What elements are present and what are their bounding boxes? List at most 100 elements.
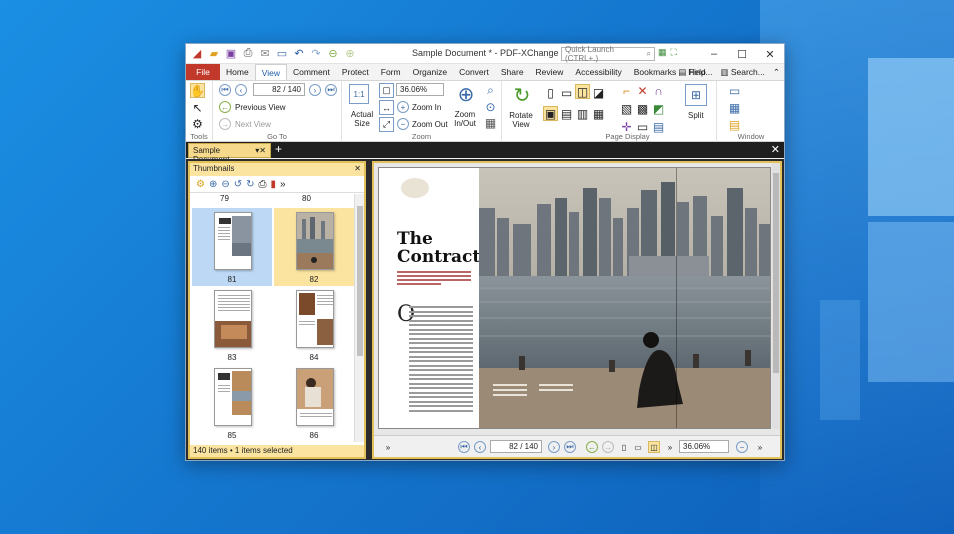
- thumbnail-page-85[interactable]: 85: [192, 364, 272, 442]
- tab-home[interactable]: Home: [220, 64, 255, 80]
- tab-file[interactable]: File: [186, 64, 220, 80]
- page-number-input[interactable]: 82 / 140: [253, 83, 305, 96]
- back-icon[interactable]: ⊖: [326, 47, 340, 61]
- cover-page-icon[interactable]: ▣: [543, 106, 558, 121]
- nav-previous-view-icon[interactable]: ←: [586, 441, 598, 453]
- thumb-options-icon[interactable]: ⚙: [196, 179, 205, 190]
- tile-windows-icon[interactable]: ▦: [727, 100, 742, 115]
- previous-view-button[interactable]: Previous View: [235, 103, 286, 112]
- delete-icon[interactable]: ✕: [635, 83, 650, 98]
- quick-launch-input[interactable]: Quick Launch (CTRL+.) ⌕: [561, 45, 655, 63]
- nav-last-page-icon[interactable]: ⏭: [564, 441, 576, 453]
- thumbnail-page-86[interactable]: 86: [274, 364, 354, 442]
- maximize-button[interactable]: ☐: [728, 44, 756, 64]
- tab-share[interactable]: Share: [495, 64, 530, 80]
- actual-size-button[interactable]: Actual Size: [350, 110, 374, 128]
- fit-visible-icon[interactable]: ⤢: [379, 117, 394, 132]
- nav-two-page-icon[interactable]: ◫: [648, 441, 660, 453]
- document-tab[interactable]: Sample Document ▾ ✕: [188, 143, 271, 164]
- close-document-icon[interactable]: ✕: [771, 143, 780, 156]
- options-icon[interactable]: ▦: [658, 47, 667, 58]
- zoom-in-button[interactable]: Zoom In: [412, 103, 441, 112]
- nav-previous-page-icon[interactable]: ‹: [474, 441, 486, 453]
- email-icon[interactable]: ✉: [258, 47, 272, 61]
- crop-icon[interactable]: ⌐: [619, 83, 634, 98]
- split-button[interactable]: Split: [688, 111, 704, 120]
- zoom-out-button[interactable]: Zoom Out: [412, 120, 448, 129]
- page-layout-icon[interactable]: ▥: [575, 106, 590, 121]
- zoom-out-icon[interactable]: −: [397, 118, 409, 130]
- print-icon[interactable]: ⎙: [241, 47, 255, 61]
- magnifier-icon[interactable]: ⌕: [483, 83, 498, 98]
- more-icon[interactable]: »: [280, 179, 286, 190]
- rotate-view-icon[interactable]: ↻: [511, 84, 533, 107]
- forward-icon[interactable]: ⊕: [343, 47, 357, 61]
- tab-form[interactable]: Form: [375, 64, 407, 80]
- tab-comment[interactable]: Comment: [287, 64, 336, 80]
- panes-icon[interactable]: ▤: [727, 117, 742, 132]
- pane-close-icon[interactable]: ✕: [354, 164, 361, 175]
- thumbnail-page-84[interactable]: 84: [274, 286, 354, 364]
- new-tab-icon[interactable]: +: [275, 142, 282, 158]
- zoom-tool-icon[interactable]: ▦: [483, 115, 498, 130]
- thumb-zoom-out-icon[interactable]: ⊖: [221, 179, 229, 190]
- tab-accessibility[interactable]: Accessibility: [569, 64, 627, 80]
- next-page-icon[interactable]: ›: [309, 84, 321, 96]
- viewer-scrollbar[interactable]: [772, 163, 780, 429]
- next-view-icon[interactable]: →: [219, 118, 231, 130]
- loupe-icon[interactable]: ⊙: [483, 99, 498, 114]
- previous-view-icon[interactable]: ←: [219, 101, 231, 113]
- tab-view[interactable]: View: [254, 64, 287, 80]
- redo-icon[interactable]: ↷: [309, 47, 323, 61]
- find-button[interactable]: ▤ Find...: [678, 67, 712, 78]
- nav-next-page-icon[interactable]: ›: [548, 441, 560, 453]
- split-page-icon[interactable]: ▤: [559, 106, 574, 121]
- scrollbar-thumb[interactable]: [773, 173, 779, 373]
- thumbnail-page-81[interactable]: 81: [192, 208, 272, 286]
- thumbnail-page-82[interactable]: 82: [274, 208, 354, 286]
- page-grid-icon[interactable]: ▦: [591, 106, 606, 121]
- thumbnails-scrollbar[interactable]: [354, 194, 364, 442]
- tab-review[interactable]: Review: [530, 64, 570, 80]
- search-button[interactable]: ▥ Search...: [720, 67, 764, 78]
- collapse-ribbon-icon[interactable]: ⌃: [773, 67, 780, 78]
- nav-first-page-icon[interactable]: ⏮: [458, 441, 470, 453]
- hand-tool-icon[interactable]: ✋: [190, 83, 205, 98]
- scrollbar-thumb[interactable]: [357, 206, 363, 356]
- transparency-icon[interactable]: ▩: [635, 101, 650, 116]
- tab-bookmarks[interactable]: Bookmarks: [628, 64, 683, 80]
- previous-page-icon[interactable]: ‹: [235, 84, 247, 96]
- fit-width-icon[interactable]: ↔: [379, 100, 394, 115]
- zoom-in-icon[interactable]: +: [397, 101, 409, 113]
- fit-page-icon[interactable]: ▢: [379, 83, 394, 98]
- rotate-right-icon[interactable]: ↻: [246, 179, 254, 190]
- save-icon[interactable]: ▣: [224, 47, 238, 61]
- rotate-view-button[interactable]: Rotate View: [506, 111, 536, 129]
- first-page-icon[interactable]: ⏮: [219, 84, 231, 96]
- undo-icon[interactable]: ↶: [292, 47, 306, 61]
- minimize-button[interactable]: –: [700, 44, 728, 64]
- tab-close-icon[interactable]: ✕: [259, 146, 266, 155]
- thumb-zoom-in-icon[interactable]: ⊕: [209, 179, 217, 190]
- tab-convert[interactable]: Convert: [453, 64, 495, 80]
- layers-icon[interactable]: ◩: [651, 101, 666, 116]
- two-page-continuous-icon[interactable]: ◪: [591, 85, 606, 100]
- zoom-in-out-icon[interactable]: ⊕: [455, 83, 477, 106]
- thumb-delete-icon[interactable]: ▮: [271, 179, 277, 190]
- gear-icon[interactable]: ⚙: [190, 116, 205, 131]
- tab-organize[interactable]: Organize: [407, 64, 454, 80]
- magnet-icon[interactable]: ∩: [651, 83, 666, 98]
- single-page-icon[interactable]: ▯: [543, 85, 558, 100]
- next-view-button[interactable]: Next View: [235, 120, 271, 129]
- two-page-icon[interactable]: ◫: [575, 84, 590, 99]
- rotate-left-icon[interactable]: ↺: [234, 179, 242, 190]
- nav-next-view-icon[interactable]: →: [602, 441, 614, 453]
- nav-continuous-icon[interactable]: ▭: [632, 441, 644, 453]
- nav-zoom-out-icon[interactable]: −: [736, 441, 748, 453]
- collapse-icon[interactable]: »: [382, 441, 394, 453]
- open-folder-icon[interactable]: ▰: [207, 47, 221, 61]
- new-window-icon[interactable]: ▭: [727, 83, 742, 98]
- nav-page-input[interactable]: 82 / 140: [490, 440, 542, 453]
- continuous-icon[interactable]: ▭: [559, 85, 574, 100]
- nav-more-icon[interactable]: »: [664, 441, 676, 453]
